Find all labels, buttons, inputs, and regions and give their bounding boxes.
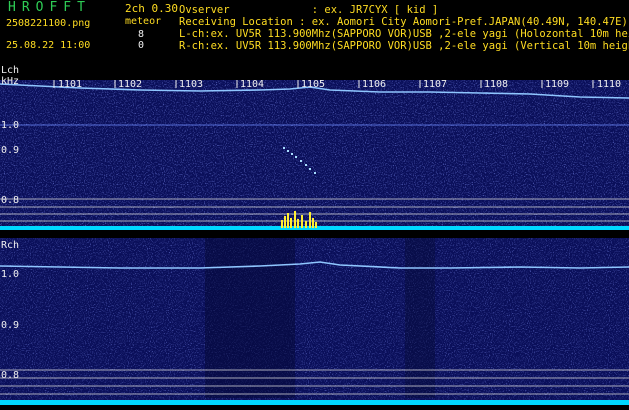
lch-freq-label: 0.9 [1,145,20,156]
rch-channel-line: R-ch:ex. UV5R 113.900Mhz(SAPPORO VOR)USB… [179,40,629,52]
time-label: 1106 [362,79,387,90]
time-label: 1101 [58,79,83,90]
lch-channel-line: L-ch:ex. UV5R 113.900Mhz(SAPPORO VOR)USB… [179,28,629,40]
lch-amplitude-baseline [0,226,629,230]
time-label: 1110 [597,79,622,90]
rch-noise [0,238,629,410]
time-label: 1105 [301,79,326,90]
lch-label: Lch [1,65,20,76]
rch-amplitude-baseline [0,400,629,405]
app-title: HROFFT [8,0,91,15]
lch-spectrogram [0,80,629,230]
time-label: 1104 [240,79,265,90]
rch-spectrogram [0,238,629,410]
rch-freq-label: 1.0 [1,269,20,280]
rch-dark-band [405,238,435,398]
meteor-label: meteor [125,16,162,27]
file-name: 2508221100.png [6,18,91,29]
date-time: 25.08.22 11:00 [6,40,91,51]
time-label: 1103 [179,79,204,90]
lch-noise [0,80,629,230]
rch-meteor-count: 0 [138,40,145,51]
spectrogram-area [0,80,629,410]
time-label: 1102 [118,79,143,90]
time-label: 1108 [484,79,509,90]
rch-freq-label: 0.9 [1,320,20,331]
lch-freq-label: 0.8 [1,195,20,206]
lch-freq-label: 1.0 [1,120,20,131]
time-label: 1107 [423,79,448,90]
rch-freq-label: 0.8 [1,370,20,381]
channel-separator [0,230,629,238]
mode-label: 2ch 0.30 [125,2,178,15]
location-line: Receiving Location : ex. Aomori City Aom… [179,16,628,28]
rch-label: Rch [1,240,20,251]
rch-dark-band [205,238,295,398]
time-label: 1109 [545,79,570,90]
observer-line: Ovserver : ex. JR7CYX [ kid ] [179,4,439,16]
lch-meteor-count: 8 [138,29,145,40]
freq-unit-label: kHz [1,76,20,87]
